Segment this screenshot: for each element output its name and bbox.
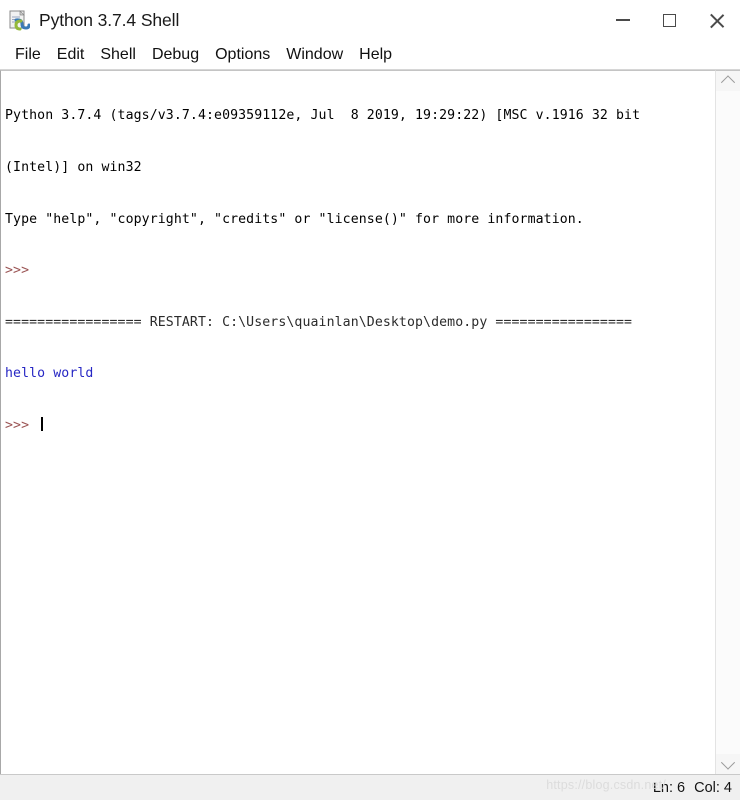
minimize-icon — [615, 19, 630, 21]
prompt-marker: >>> — [5, 418, 38, 434]
status-column-indicator: Col: 4 — [694, 779, 732, 796]
menu-item-edit[interactable]: Edit — [49, 45, 93, 66]
scroll-down-button[interactable] — [716, 754, 740, 774]
idle-python-icon — [8, 9, 31, 31]
menu-item-options[interactable]: Options — [207, 45, 278, 66]
status-bar: https://blog.csdn.net/ Ln: 6 Col: 4 — [0, 774, 740, 800]
chevron-down-icon — [720, 755, 736, 770]
console-line-output: hello world — [5, 366, 94, 382]
window-controls — [599, 0, 740, 40]
console-line-banner-3: Type "help", "copyright", "credits" or "… — [5, 211, 584, 227]
close-icon — [709, 12, 725, 28]
console-line-banner-2: (Intel)] on win32 — [5, 160, 142, 176]
close-button[interactable] — [693, 0, 740, 40]
shell-text-area[interactable]: Python 3.7.4 (tags/v3.7.4:e09359112e, Ju… — [0, 70, 715, 774]
minimize-button[interactable] — [599, 0, 646, 40]
menu-bar: File Edit Shell Debug Options Window Hel… — [0, 41, 740, 70]
scrollbar-track[interactable] — [716, 91, 740, 754]
menu-item-file[interactable]: File — [7, 45, 49, 66]
menu-item-window[interactable]: Window — [278, 45, 351, 66]
console-line-restart: ================= RESTART: C:\Users\quai… — [5, 314, 633, 330]
watermark-text: https://blog.csdn.net/ — [546, 778, 666, 792]
vertical-scrollbar[interactable] — [715, 70, 740, 774]
console-line-prompt-1: >>> — [5, 263, 38, 279]
shell-content: Python 3.7.4 (tags/v3.7.4:e09359112e, Ju… — [0, 70, 740, 774]
maximize-button[interactable] — [646, 0, 693, 40]
console-active-prompt-line: >>> — [5, 417, 715, 434]
python-shell-window: Python 3.7.4 Shell File Edit Shell Debug… — [0, 0, 740, 800]
console-output: Python 3.7.4 (tags/v3.7.4:e09359112e, Ju… — [5, 73, 715, 469]
console-line-banner-1: Python 3.7.4 (tags/v3.7.4:e09359112e, Ju… — [5, 108, 641, 124]
menu-item-shell[interactable]: Shell — [92, 45, 144, 66]
title-bar: Python 3.7.4 Shell — [0, 0, 740, 41]
chevron-up-icon — [720, 75, 736, 90]
menu-item-help[interactable]: Help — [351, 45, 400, 66]
menu-item-debug[interactable]: Debug — [144, 45, 207, 66]
maximize-icon — [663, 13, 676, 27]
window-title: Python 3.7.4 Shell — [39, 9, 180, 30]
scroll-up-button[interactable] — [716, 71, 740, 91]
text-cursor — [41, 417, 43, 432]
